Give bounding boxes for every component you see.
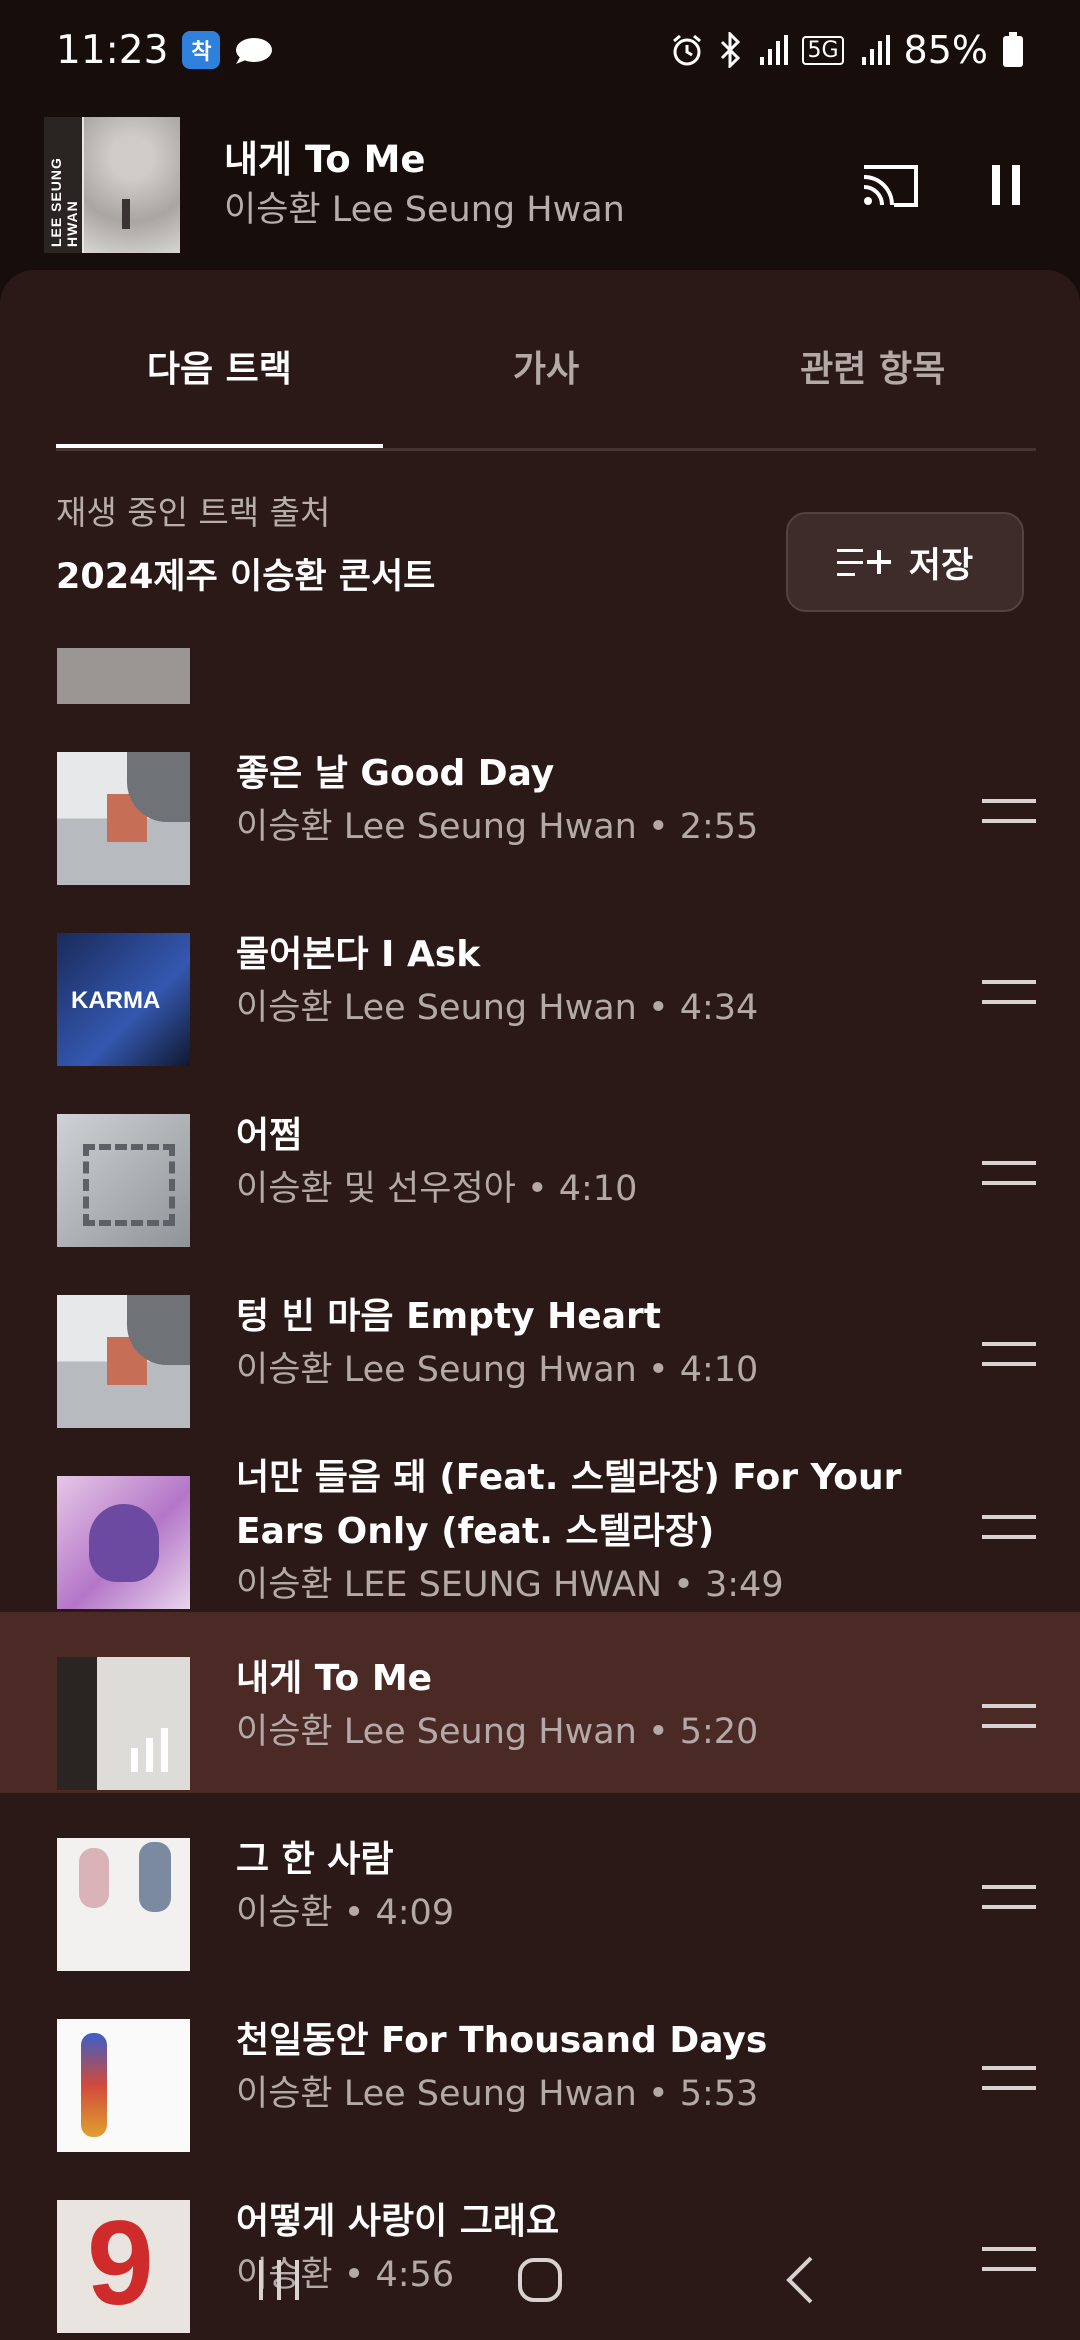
- home-icon: [518, 2258, 562, 2302]
- queue-item[interactable]: 물어본다 I Ask 이승환 Lee Seung Hwan • 4:34: [0, 888, 1080, 1069]
- queue-item-subtitle: 이승환 • 4:09: [236, 1893, 455, 1933]
- signal-icon-2: [861, 35, 890, 65]
- back-icon: [786, 2256, 813, 2304]
- queue-item[interactable]: 좋은 날 Good Day 이승환 Lee Seung Hwan • 2:55: [0, 707, 1080, 888]
- queue-item-subtitle: 이승환 Lee Seung Hwan • 2:55: [236, 807, 759, 847]
- queue-item-title: 천일동안 For Thousand Days: [236, 2020, 768, 2061]
- queue-item-title: 내게 To Me: [236, 1658, 433, 1699]
- pause-button[interactable]: [990, 163, 1022, 207]
- queue-item-title: 그 한 사람: [236, 1839, 394, 1880]
- recents-icon: [259, 2260, 299, 2300]
- now-playing-meta[interactable]: 내게 To Me 이승환 Lee Seung Hwan: [224, 135, 625, 235]
- queue-item-album-art: [57, 1476, 190, 1609]
- queue-item-subtitle: 이승환 Lee Seung Hwan • 4:10: [236, 1350, 759, 1390]
- drag-handle-icon[interactable]: [982, 1161, 1036, 1185]
- alarm-icon: [673, 34, 702, 66]
- signal-icon: [760, 35, 789, 65]
- queue-item-subtitle: 이승환 Lee Seung Hwan • 4:34: [236, 988, 759, 1028]
- queue-item-album-art: [57, 752, 190, 885]
- save-label: 저장: [908, 545, 974, 586]
- queue-item-title: 너만 들음 돼 (Feat. 스텔라장) For Your Ears Only …: [236, 1457, 902, 1552]
- home-button[interactable]: [495, 2235, 585, 2325]
- app-notification-icon: 착: [182, 31, 221, 69]
- queue-item-album-art: [57, 2200, 190, 2333]
- queue-sheet: 다음 트랙 가사 관련 항목 재생 중인 트랙 출처 2024제주 이승환 콘서…: [0, 270, 1080, 2340]
- drag-handle-icon[interactable]: [982, 1342, 1036, 1366]
- queue-item-album-art: [57, 2019, 190, 2152]
- queue-list[interactable]: 이승환 • 5:22 좋은 날 Good Day 이승환 Lee Seung Hwa…: [0, 648, 1080, 2340]
- queue-item-title: 물어본다 I Ask: [236, 934, 481, 975]
- drag-handle-icon[interactable]: [982, 1515, 1036, 1539]
- drag-handle-icon[interactable]: [982, 980, 1036, 1004]
- now-playing-equalizer-icon: [131, 1728, 168, 1772]
- tab-related[interactable]: 관련 항목: [709, 270, 1036, 450]
- playing-from-section: 재생 중인 트랙 출처 2024제주 이승환 콘서트 저장: [56, 488, 1036, 612]
- status-bar: 11:23 착 5G 85%: [0, 0, 1080, 100]
- queue-item[interactable]: 너만 들음 돼 (Feat. 스텔라장) For Your Ears Only …: [0, 1431, 1080, 1612]
- queue-item-album-art: [57, 648, 190, 704]
- playlist-add-icon: [836, 549, 891, 576]
- queue-item-subtitle: 이승환 Lee Seung Hwan • 5:53: [236, 2074, 759, 2114]
- drag-handle-icon[interactable]: [982, 1704, 1036, 1728]
- drag-handle-icon[interactable]: [982, 799, 1036, 823]
- recents-button[interactable]: [235, 2235, 325, 2325]
- queue-item[interactable]: 그 한 사람이승환 • 4:09: [0, 1793, 1080, 1974]
- cast-icon: [863, 165, 918, 207]
- queue-item-title: 어쩜: [236, 1115, 303, 1156]
- queue-item-subtitle: 이승환 Lee Seung Hwan • 5:20: [236, 1712, 759, 1752]
- tab-bar: 다음 트랙 가사 관련 항목: [56, 270, 1036, 450]
- queue-item[interactable]: 어쩜이승환 및 선우정아 • 4:10: [0, 1069, 1080, 1250]
- queue-item-album-art: [57, 1838, 190, 1971]
- tab-divider: [56, 448, 1036, 451]
- queue-item-subtitle: 이승환 LEE SEUNG HWAN • 3:49: [236, 1565, 784, 1605]
- tab-lyrics[interactable]: 가사: [383, 270, 710, 450]
- now-playing-title: 내게 To Me: [224, 138, 426, 181]
- queue-item-album-art: [57, 1295, 190, 1428]
- drag-handle-icon[interactable]: [982, 1885, 1036, 1909]
- drag-handle-icon[interactable]: [982, 2066, 1036, 2090]
- cast-button[interactable]: [860, 161, 920, 209]
- queue-item-album-art: [57, 1114, 190, 1247]
- queue-item-album-art: [57, 1657, 190, 1790]
- queue-item-title: 텅 빈 마음 Empty Heart: [236, 1296, 661, 1337]
- back-button[interactable]: [755, 2235, 845, 2325]
- queue-item-subtitle: 이승환 및 선우정아 • 4:10: [236, 1169, 638, 1209]
- queue-item[interactable]: 천일동안 For Thousand Days 이승환 Lee Seung Hwan…: [0, 1974, 1080, 2155]
- network-type-badge: 5G: [802, 35, 844, 65]
- chat-bubble-icon: [236, 38, 273, 64]
- bluetooth-icon: [721, 32, 741, 68]
- pause-icon: [992, 165, 1020, 205]
- now-playing-artist: 이승환 Lee Seung Hwan: [224, 190, 625, 230]
- battery-percent: 85%: [903, 28, 988, 72]
- now-playing-album-art[interactable]: LEE SEUNG HWAN: [44, 117, 180, 253]
- save-queue-button[interactable]: 저장: [786, 512, 1024, 612]
- queue-item[interactable]: 텅 빈 마음 Empty Heart 이승환 Lee Seung Hwan • 4…: [0, 1250, 1080, 1431]
- drag-handle-icon[interactable]: [982, 2247, 1036, 2271]
- queue-item[interactable]: 이승환 • 5:22: [0, 648, 1080, 707]
- queue-item-album-art: [57, 933, 190, 1066]
- tab-up-next[interactable]: 다음 트랙: [56, 270, 383, 450]
- mini-player[interactable]: LEE SEUNG HWAN 내게 To Me 이승환 Lee Seung Hw…: [0, 100, 1080, 270]
- battery-icon: [1003, 32, 1023, 67]
- status-time: 11:23: [56, 27, 169, 73]
- queue-item-now-playing[interactable]: 내게 To Me 이승환 Lee Seung Hwan • 5:20: [0, 1612, 1080, 1793]
- queue-item-title: 좋은 날 Good Day: [236, 753, 555, 794]
